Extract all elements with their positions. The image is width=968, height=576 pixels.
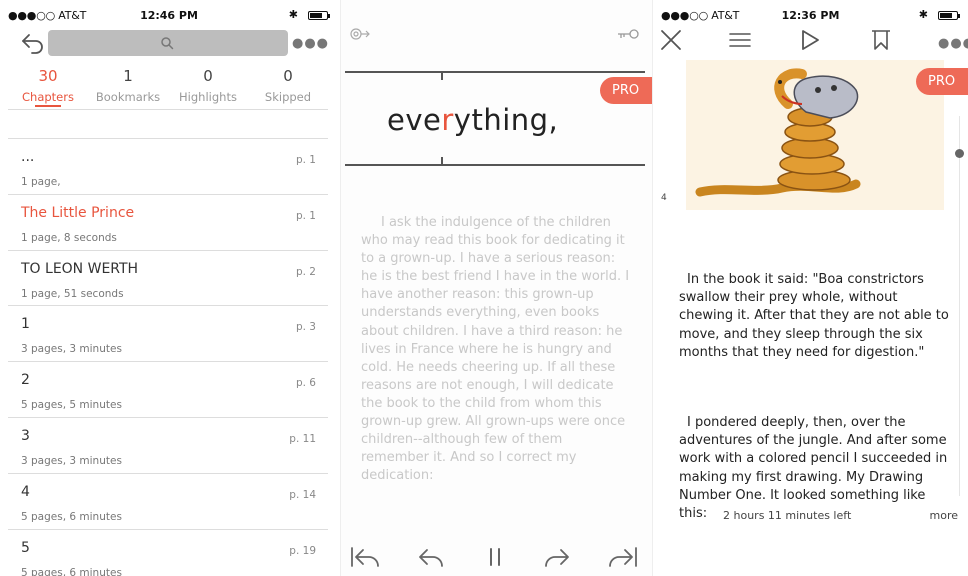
forward-icon[interactable] — [539, 544, 573, 570]
pause-icon[interactable] — [478, 544, 512, 570]
battery-icon — [308, 11, 330, 20]
scroll-handle[interactable] — [955, 149, 964, 158]
snake-illustration — [686, 60, 944, 210]
bluetooth-icon: ✱ — [288, 8, 298, 21]
chapter-title: 4 — [21, 483, 30, 500]
menu-icon[interactable] — [728, 28, 752, 52]
rsvp-word: everything, — [387, 103, 558, 137]
chapter-row[interactable]: 1 p. 3 3 pages, 3 minutes — [8, 306, 328, 363]
chapter-title: 3 — [21, 427, 30, 444]
tab-count: 0 — [203, 67, 213, 85]
audio-icon[interactable] — [349, 26, 373, 42]
speed-reader-screen: PRO everything, I ask the indulgence of … — [340, 0, 652, 576]
skip-back-icon[interactable] — [349, 544, 383, 570]
chapter-page: p. 6 — [295, 377, 316, 390]
chapter-page: p. 1 — [295, 209, 316, 222]
chapter-row[interactable]: 3 p. 11 3 pages, 3 minutes — [8, 418, 328, 474]
chapter-page: p. 2 — [295, 265, 316, 278]
skip-forward-icon[interactable] — [605, 544, 639, 570]
guide-tick-bottom — [441, 157, 443, 164]
chapter-list: ... p. 1 1 page, The Little Prince p. 1 … — [8, 138, 328, 576]
chapter-meta: 1 page, 51 seconds — [21, 287, 124, 300]
chapter-row[interactable]: 5 p. 19 5 pages, 6 minutes — [8, 530, 328, 576]
toc-screen: ●●●○○ AT&T 12:46 PM ✱ ●●● 30 Chapters 1 … — [0, 0, 338, 576]
chapter-title: 5 — [21, 539, 30, 556]
chapter-title: 1 — [21, 316, 30, 333]
settings-key-icon[interactable] — [616, 26, 640, 42]
back-icon[interactable] — [20, 32, 46, 54]
play-icon[interactable] — [798, 28, 822, 52]
chapter-page: p. 19 — [289, 544, 316, 557]
scroll-track[interactable] — [959, 116, 960, 496]
chapter-meta: 5 pages, 6 minutes — [21, 566, 122, 576]
chapter-page: p. 3 — [295, 321, 316, 334]
tab-skipped[interactable]: 0 Skipped — [248, 66, 328, 104]
time-left-label: 2 hours 11 minutes left — [723, 509, 852, 522]
chapter-meta: 5 pages, 6 minutes — [21, 510, 122, 523]
chapter-row[interactable]: 2 p. 6 5 pages, 5 minutes — [8, 362, 328, 418]
chapter-title: The Little Prince — [21, 204, 135, 221]
word-focus-letter: r — [441, 103, 454, 137]
tab-count: 1 — [123, 67, 133, 85]
tab-label: Highlights — [179, 90, 237, 104]
tab-label: Bookmarks — [95, 90, 161, 104]
guide-line-top — [345, 71, 645, 73]
book-paragraph: In the book it said: "Boa constrictors s… — [679, 272, 949, 360]
chapter-page: p. 11 — [289, 432, 316, 445]
close-icon[interactable] — [659, 28, 683, 52]
search-input[interactable] — [48, 30, 288, 56]
tab-chapters[interactable]: 30 Chapters — [8, 66, 88, 107]
chapter-meta: 3 pages, 3 minutes — [21, 343, 122, 356]
pro-badge[interactable]: PRO — [916, 68, 968, 95]
tab-highlights[interactable]: 0 Highlights — [168, 66, 248, 104]
bookmark-icon[interactable] — [869, 28, 893, 52]
chapter-row[interactable]: TO LEON WERTH p. 2 1 page, 51 seconds — [8, 251, 328, 307]
tab-label: Skipped — [264, 90, 312, 104]
chapter-meta: 1 page, — [21, 176, 61, 188]
bluetooth-icon: ✱ — [918, 8, 928, 21]
chapter-title: 2 — [21, 372, 30, 389]
clock: 12:46 PM — [140, 9, 198, 22]
rewind-icon[interactable] — [415, 544, 449, 570]
book-reader-screen: ●●●○○ AT&T 12:36 PM ✱ ●●● 4 PRO In the b… — [652, 0, 968, 576]
chapter-title: TO LEON WERTH — [21, 260, 139, 277]
search-icon — [161, 37, 174, 50]
book-paragraph: I pondered deeply, then, over the advent… — [679, 415, 948, 522]
guide-line-bottom — [345, 164, 645, 166]
chapter-meta: 1 page, 8 seconds — [21, 231, 117, 244]
tab-bookmarks[interactable]: 1 Bookmarks — [88, 66, 168, 104]
playback-controls — [341, 540, 652, 576]
chapter-page: p. 14 — [289, 488, 316, 501]
pro-badge[interactable]: PRO — [600, 77, 652, 104]
context-text: I ask the indulgence of the children who… — [361, 215, 630, 484]
status-bar: ●●●○○ AT&T 12:36 PM ✱ — [653, 0, 968, 28]
chapter-meta: 5 pages, 5 minutes — [21, 399, 122, 412]
status-bar: ●●●○○ AT&T 12:46 PM ✱ — [0, 0, 338, 28]
chapter-title: ... — [21, 149, 35, 165]
tab-label: Chapters — [22, 90, 74, 104]
chapter-row[interactable]: ... p. 1 1 page, — [8, 139, 328, 195]
chapter-page: p. 1 — [295, 154, 316, 166]
chapter-meta: 3 pages, 3 minutes — [21, 454, 122, 467]
toc-tabs: 30 Chapters 1 Bookmarks 0 Highlights 0 S… — [8, 66, 328, 110]
page-number: 4 — [661, 193, 667, 203]
chapter-row[interactable]: 4 p. 14 5 pages, 6 minutes — [8, 474, 328, 530]
more-icon[interactable]: ●●● — [292, 36, 329, 51]
more-icon[interactable]: ●●● — [938, 36, 968, 51]
more-link[interactable]: more — [930, 509, 959, 522]
tab-count: 30 — [38, 67, 58, 85]
battery-icon — [938, 11, 960, 20]
word-end: ything, — [453, 103, 559, 137]
chapter-row[interactable]: The Little Prince p. 1 1 page, 8 seconds — [8, 195, 328, 251]
guide-tick-top — [441, 73, 443, 80]
word-start: eve — [387, 103, 442, 137]
tab-count: 0 — [283, 67, 293, 85]
